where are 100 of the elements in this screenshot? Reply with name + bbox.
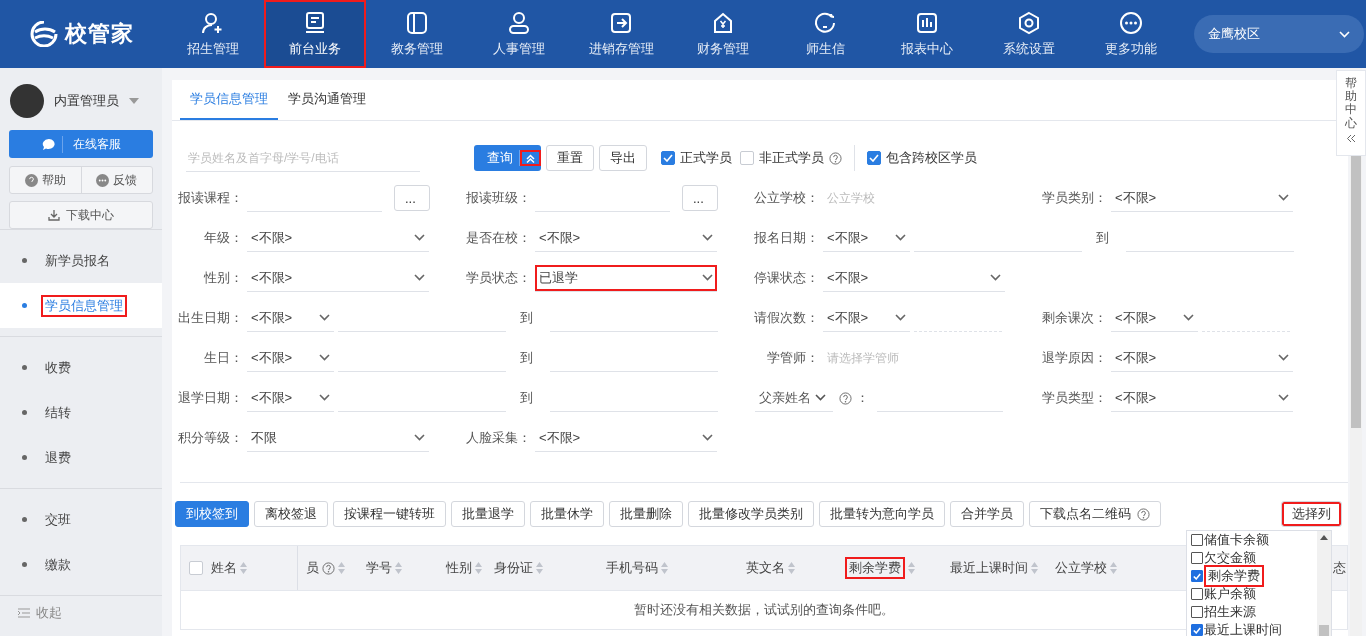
help-icon[interactable] bbox=[839, 391, 852, 405]
action-button[interactable]: 到校签到 bbox=[175, 501, 249, 527]
select-field[interactable]: 已退学 bbox=[535, 264, 717, 292]
chevron-down-icon bbox=[1278, 194, 1289, 201]
column-option[interactable]: 账户余额 bbox=[1204, 585, 1256, 603]
chevron-down-icon bbox=[414, 274, 425, 281]
user-name[interactable]: 内置管理员 bbox=[54, 92, 119, 110]
more-button[interactable]: ... bbox=[394, 185, 430, 211]
checkbox-label[interactable]: 非正式学员 bbox=[759, 149, 824, 167]
action-button[interactable]: 批量退学 bbox=[451, 501, 525, 527]
checkbox[interactable] bbox=[1191, 570, 1203, 582]
nav-item[interactable]: 更多功能 bbox=[1080, 0, 1182, 68]
caret-icon[interactable] bbox=[129, 98, 139, 104]
select-columns-button[interactable]: 选择列 bbox=[1281, 501, 1342, 527]
download-center-button[interactable]: 下载中心 bbox=[9, 201, 153, 229]
chevron-down-icon bbox=[702, 234, 713, 241]
filter-label: 退学日期： bbox=[177, 389, 243, 407]
range-separator: 到 bbox=[518, 349, 534, 367]
help-icon[interactable] bbox=[829, 151, 842, 165]
column-header[interactable]: 学号 bbox=[365, 559, 392, 577]
export-button[interactable]: 导出 bbox=[599, 145, 647, 171]
menu-item[interactable]: 退费 bbox=[0, 435, 162, 480]
scroll-up-icon[interactable] bbox=[1320, 535, 1328, 540]
column-header[interactable]: 员 bbox=[305, 559, 319, 577]
column-header[interactable]: 剩余学费 bbox=[845, 557, 906, 579]
sort-icon[interactable] bbox=[474, 562, 482, 574]
checkbox[interactable] bbox=[1191, 588, 1203, 600]
sort-icon[interactable] bbox=[1031, 562, 1039, 574]
select-field[interactable]: 父亲姓名 bbox=[755, 384, 833, 412]
nav-item[interactable]: 前台业务 bbox=[264, 0, 366, 68]
range-separator: 到 bbox=[518, 309, 534, 327]
menu-item[interactable]: 学员信息管理 bbox=[0, 283, 162, 328]
action-button[interactable]: 批量删除 bbox=[609, 501, 683, 527]
column-header[interactable]: 最近上课时间 bbox=[950, 559, 1029, 577]
checkbox[interactable] bbox=[661, 151, 675, 165]
scrollbar-track[interactable] bbox=[1317, 531, 1331, 636]
collapse-toggle[interactable] bbox=[519, 150, 541, 166]
column-option[interactable]: 剩余学费 bbox=[1204, 565, 1264, 587]
action-button[interactable]: 批量修改学员类别 bbox=[688, 501, 814, 527]
action-button[interactable]: 批量转为意向学员 bbox=[819, 501, 945, 527]
action-button[interactable]: 批量休学 bbox=[530, 501, 604, 527]
reset-button[interactable]: 重置 bbox=[546, 145, 594, 171]
column-option[interactable]: 最近上课时间 bbox=[1204, 621, 1282, 636]
sort-icon[interactable] bbox=[660, 562, 668, 574]
nav-item[interactable]: 报表中心 bbox=[876, 0, 978, 68]
checkbox[interactable] bbox=[1191, 552, 1203, 564]
column-header[interactable]: 公立学校 bbox=[1055, 559, 1108, 577]
action-button[interactable]: 合并学员 bbox=[950, 501, 1024, 527]
column-option[interactable]: 储值卡余额 bbox=[1204, 531, 1269, 549]
menu-item[interactable]: 缴款 bbox=[0, 542, 162, 587]
column-header[interactable]: 姓名 bbox=[211, 559, 237, 577]
more-button[interactable]: ... bbox=[682, 185, 718, 211]
sort-icon[interactable] bbox=[787, 562, 795, 574]
action-button[interactable]: 按课程一键转班 bbox=[333, 501, 446, 527]
action-button[interactable]: 离校签退 bbox=[254, 501, 328, 527]
action-button[interactable]: 下载点名二维码 bbox=[1029, 501, 1161, 527]
column-header[interactable]: 手机号码 bbox=[605, 559, 658, 577]
column-header[interactable]: 身份证 bbox=[493, 559, 533, 577]
nav-item[interactable]: 财务管理 bbox=[672, 0, 774, 68]
query-button[interactable]: 查询 bbox=[474, 145, 519, 171]
column-option[interactable]: 招生来源 bbox=[1204, 603, 1256, 621]
chevron-down-icon bbox=[1278, 354, 1289, 361]
nav-item[interactable]: 招生管理 bbox=[162, 0, 264, 68]
column-header[interactable]: 性别 bbox=[445, 559, 472, 577]
nav-item[interactable]: 师生信 bbox=[774, 0, 876, 68]
menu-item[interactable]: 收费 bbox=[0, 345, 162, 390]
help-icon[interactable] bbox=[321, 561, 335, 575]
column-option[interactable]: 欠交金额 bbox=[1204, 549, 1256, 567]
chevron-down-icon bbox=[319, 354, 330, 361]
tab[interactable]: 学员信息管理 bbox=[180, 80, 278, 120]
sort-icon[interactable] bbox=[394, 562, 402, 574]
nav-item[interactable]: 系统设置 bbox=[978, 0, 1080, 68]
help-button[interactable]: 帮助 bbox=[10, 167, 81, 193]
menu-item[interactable]: 结转 bbox=[0, 390, 162, 435]
help-icon[interactable] bbox=[1137, 507, 1150, 521]
filter-label: 停课状态： bbox=[753, 269, 819, 287]
checkbox[interactable] bbox=[867, 151, 881, 165]
menu-item[interactable]: 交班 bbox=[0, 497, 162, 542]
sort-icon[interactable] bbox=[240, 562, 247, 574]
tab[interactable]: 学员沟通管理 bbox=[278, 80, 376, 120]
nav-item[interactable]: 教务管理 bbox=[366, 0, 468, 68]
online-service-button[interactable]: 在线客服 bbox=[9, 130, 153, 158]
checkbox[interactable] bbox=[1191, 624, 1203, 636]
checkbox-label[interactable]: 包含跨校区学员 bbox=[886, 149, 977, 167]
campus-select[interactable]: 金鹰校区 bbox=[1194, 15, 1364, 53]
select-all-checkbox[interactable] bbox=[189, 561, 203, 575]
help-center-tab[interactable]: 帮助中心 bbox=[1336, 70, 1366, 156]
menu-item[interactable]: 新学员报名 bbox=[0, 238, 162, 283]
column-header[interactable]: 态 bbox=[1333, 559, 1346, 577]
checkbox[interactable] bbox=[1191, 534, 1203, 546]
nav-item[interactable]: 人事管理 bbox=[468, 0, 570, 68]
sort-icon[interactable] bbox=[535, 562, 543, 574]
sort-icon[interactable] bbox=[337, 562, 345, 574]
checkbox[interactable] bbox=[1191, 606, 1203, 618]
checkbox-label[interactable]: 正式学员 bbox=[680, 149, 732, 167]
sort-icon[interactable] bbox=[908, 562, 916, 574]
sort-icon[interactable] bbox=[1110, 562, 1118, 574]
feedback-button[interactable]: 反馈 bbox=[80, 167, 152, 193]
nav-item[interactable]: 进销存管理 bbox=[570, 0, 672, 68]
column-header[interactable]: 英文名 bbox=[745, 559, 785, 577]
